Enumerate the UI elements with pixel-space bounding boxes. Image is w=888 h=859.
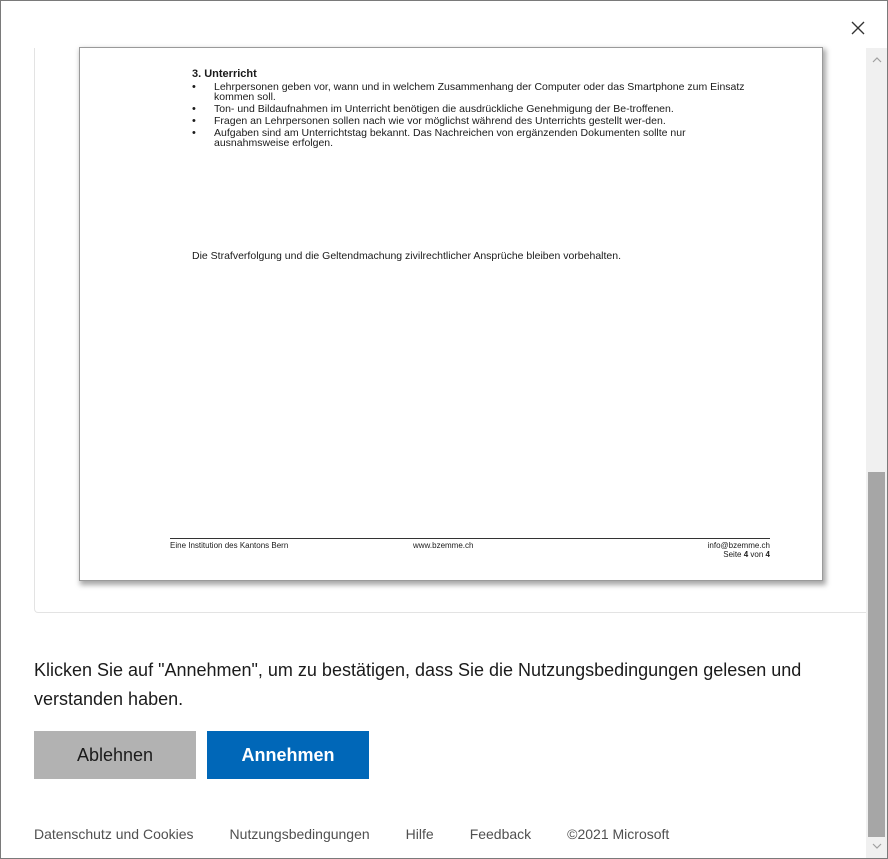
close-button[interactable] <box>836 10 880 50</box>
consent-prompt: Klicken Sie auf "Annehmen", um zu bestät… <box>34 660 802 709</box>
document-footer-email: info@bzemme.ch <box>707 541 770 550</box>
scrollbar-thumb[interactable] <box>868 472 885 837</box>
document-bullet: Aufgaben sind am Unterrichtstag bekannt.… <box>192 128 747 149</box>
copyright-text: ©2021 Microsoft <box>567 826 670 842</box>
page-sep: von <box>750 550 764 559</box>
document-section-heading: 3. Unterricht <box>192 68 257 80</box>
feedback-link[interactable]: Feedback <box>470 826 531 842</box>
document-footer-institution: Eine Institution des Kantons Bern <box>170 541 289 550</box>
document-footer-website: www.bzemme.ch <box>413 541 474 550</box>
chevron-up-icon <box>872 57 881 63</box>
vertical-scrollbar[interactable] <box>866 48 887 858</box>
document-bullet: Lehrpersonen geben vor, wann und in welc… <box>192 82 747 103</box>
document-legal-note: Die Strafverfolgung und die Geltendmachu… <box>192 250 622 262</box>
document-bullet: Ton- und Bildaufnahmen im Unterricht ben… <box>192 104 747 115</box>
accept-button[interactable]: Annehmen <box>207 731 369 779</box>
page-current: 4 <box>743 550 749 559</box>
document-footer-divider <box>170 538 770 539</box>
close-icon <box>851 21 865 35</box>
decline-button[interactable]: Ablehnen <box>34 731 196 779</box>
privacy-link[interactable]: Datenschutz und Cookies <box>34 826 194 842</box>
scroll-down-button[interactable] <box>866 836 887 856</box>
document-bullet: Fragen an Lehrpersonen sollen nach wie v… <box>192 116 747 127</box>
help-link[interactable]: Hilfe <box>406 826 434 842</box>
document-footer-contact: info@bzemme.ch Seite 4 von 4 <box>600 541 770 559</box>
chevron-down-icon <box>872 843 881 849</box>
document-bullet-list: Lehrpersonen geben vor, wann und in welc… <box>192 82 747 150</box>
terms-link[interactable]: Nutzungsbedingungen <box>230 826 370 842</box>
scroll-up-button[interactable] <box>866 50 887 70</box>
page-prefix: Seite <box>723 550 742 559</box>
footer-links: Datenschutz und Cookies Nutzungsbedingun… <box>34 826 669 842</box>
page-total: 4 <box>765 550 770 559</box>
document-page-number: Seite 4 von 4 <box>600 550 770 559</box>
